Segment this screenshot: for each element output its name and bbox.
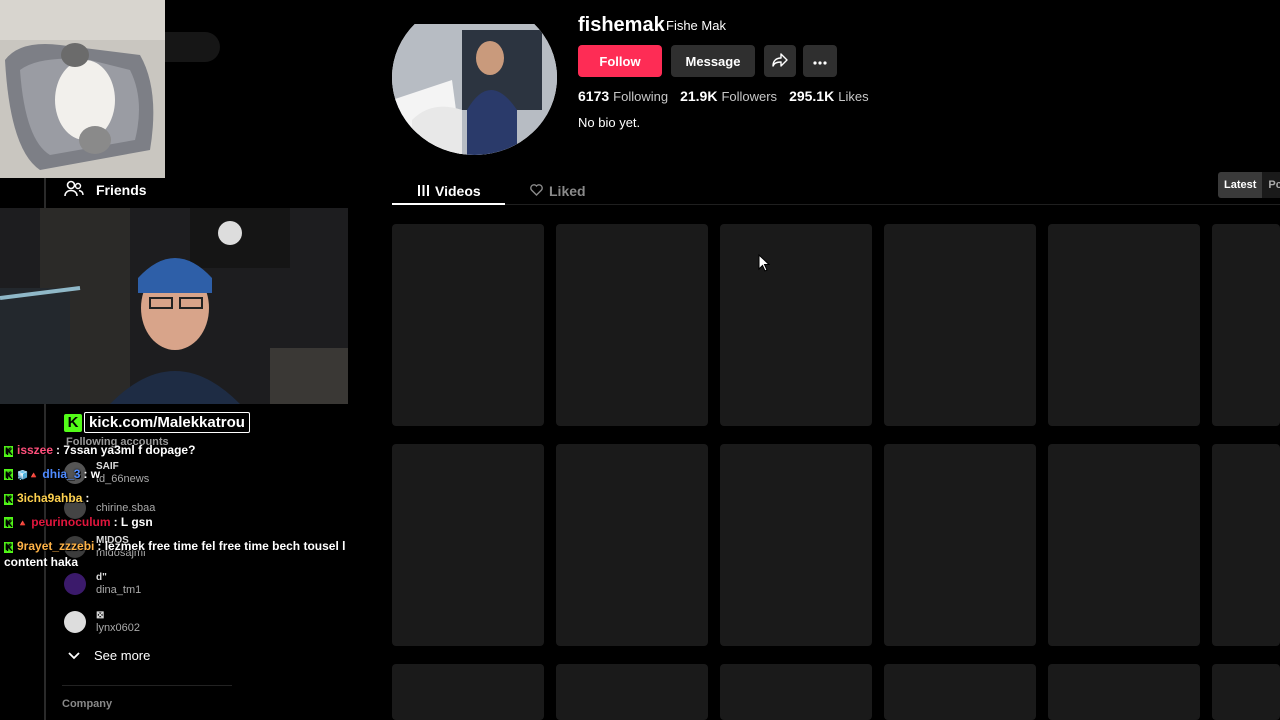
video-thumbnail-placeholder[interactable] [884, 224, 1036, 426]
video-thumbnail-placeholder[interactable] [884, 444, 1036, 646]
webcam-overlay [0, 208, 348, 404]
tab-liked[interactable]: Liked [530, 178, 586, 204]
chat-message: K 🔺 peurinoculum: L gsn [4, 514, 374, 531]
chat-username: dhia_3 [42, 466, 81, 481]
profile-bio: No bio yet. [578, 115, 641, 130]
message-button[interactable]: Message [671, 45, 755, 77]
sort-toggle: Latest Pc [1218, 172, 1280, 198]
more-options-button[interactable] [803, 45, 837, 77]
video-thumbnail-placeholder[interactable] [392, 664, 544, 720]
ellipsis-icon [813, 52, 827, 70]
divider [62, 685, 232, 686]
account-handle: dina_tm1 [96, 584, 142, 596]
grid-icon [418, 183, 429, 199]
following-account[interactable]: ⊠ lynx0602 [64, 609, 140, 635]
chat-text: w [90, 466, 101, 481]
kick-badge-icon: K [4, 493, 13, 505]
chat-separator: : [85, 491, 90, 505]
kick-logo-icon: K [64, 413, 82, 432]
see-more-label: See more [94, 648, 151, 663]
account-handle: lynx0602 [96, 622, 141, 634]
friends-icon [64, 180, 84, 201]
tabs-divider [392, 204, 1280, 205]
video-thumbnail-placeholder[interactable] [720, 664, 872, 720]
chat-separator: : [97, 539, 105, 553]
sidebar-item-friends[interactable]: Friends [64, 178, 147, 202]
profile-stats: 6173 Following 21.9K Followers 295.1K Likes [578, 88, 869, 104]
profile-avatar [392, 24, 557, 155]
cat-camera-overlay [0, 0, 165, 178]
chat-text: L gsn [120, 514, 153, 529]
profile-nickname: Fishe Mak [666, 18, 726, 32]
video-thumbnail-placeholder[interactable] [1212, 224, 1280, 426]
avatar [64, 611, 86, 633]
kick-channel-banner: K kick.com/Malekkatrou [64, 412, 250, 433]
profile-username: fishemak [578, 14, 665, 36]
mouse-cursor-icon [758, 253, 771, 277]
share-button[interactable] [764, 45, 796, 77]
share-icon [772, 52, 788, 70]
sort-popular-button[interactable]: Pc [1262, 172, 1280, 198]
chat-message: K 9rayet_zzzebi: lezmek free time fel fre… [4, 538, 374, 570]
stat-following[interactable]: 6173 Following [578, 88, 668, 104]
chat-username: isszee [17, 443, 54, 457]
active-tab-indicator [392, 203, 505, 205]
chat-badges: 🧊🔺 [17, 469, 40, 480]
kick-badge-icon: K [4, 541, 13, 553]
stat-followers[interactable]: 21.9K Followers [680, 88, 777, 104]
kick-badge-icon: K [4, 517, 13, 528]
chat-text: 7ssan ya3ml f dopage? [63, 443, 196, 457]
heart-icon [530, 183, 543, 199]
video-thumbnail-placeholder[interactable] [720, 444, 872, 646]
kick-url: kick.com/Malekkatrou [84, 412, 250, 433]
video-thumbnail-placeholder[interactable] [392, 224, 544, 426]
chat-message: K 🧊🔺 dhia_3: w [4, 466, 374, 483]
sidebar-item-label: Friends [96, 182, 147, 198]
follow-button[interactable]: Follow [578, 45, 662, 77]
stat-likes: 295.1K Likes [789, 88, 869, 104]
video-thumbnail-placeholder[interactable] [1048, 444, 1200, 646]
tab-label: Liked [549, 183, 586, 199]
video-thumbnail-placeholder[interactable] [556, 224, 708, 426]
chat-message: K 3icha9ahba: [4, 490, 374, 506]
chat-message: Kisszee: 7ssan ya3ml f dopage? [4, 442, 374, 458]
video-thumbnail-placeholder[interactable] [720, 224, 872, 426]
sort-latest-button[interactable]: Latest [1218, 172, 1263, 198]
video-thumbnail-placeholder[interactable] [1048, 664, 1200, 720]
search-input[interactable] [160, 32, 220, 62]
tab-videos[interactable]: Videos [418, 178, 481, 204]
video-thumbnail-placeholder[interactable] [1048, 224, 1200, 426]
video-thumbnail-placeholder[interactable] [392, 444, 544, 646]
stream-chat: Kisszee: 7ssan ya3ml f dopage? K 🧊🔺 dhia_3:… [4, 442, 374, 578]
kick-badge-icon: K [4, 445, 13, 457]
chevron-down-icon [68, 648, 80, 663]
kick-badge-icon: K [4, 469, 13, 480]
video-thumbnail-placeholder[interactable] [884, 664, 1036, 720]
chat-username: peurinoculum [31, 514, 111, 529]
account-nickname: ⊠ [96, 610, 105, 621]
video-thumbnail-placeholder[interactable] [1212, 664, 1280, 720]
chat-separator: : [83, 466, 91, 481]
chat-separator: : [113, 514, 121, 529]
video-thumbnail-placeholder[interactable] [556, 444, 708, 646]
footer-company[interactable]: Company [62, 698, 112, 710]
video-thumbnail-placeholder[interactable] [556, 664, 708, 720]
chat-badges: 🔺 [17, 517, 29, 528]
tab-label: Videos [435, 183, 481, 199]
video-thumbnail-placeholder[interactable] [1212, 444, 1280, 646]
chat-username: 9rayet_zzzebi [17, 539, 95, 553]
chat-username: 3icha9ahba [17, 491, 83, 505]
see-more-button[interactable]: See more [68, 648, 150, 663]
